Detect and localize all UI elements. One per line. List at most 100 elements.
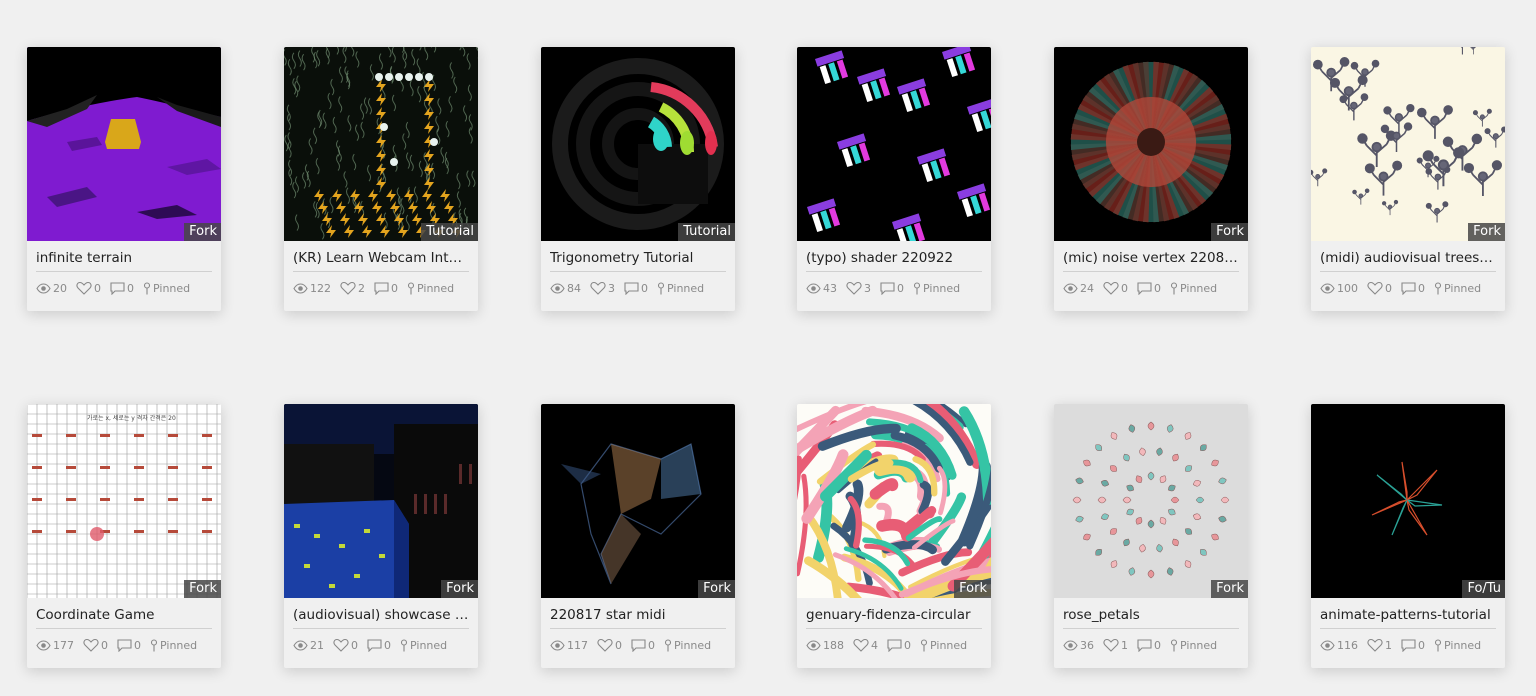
- sketch-card[interactable]: Fo/Tu animate-patterns-tutorial 116 1 0 Pinne…: [1311, 404, 1505, 668]
- sketch-title[interactable]: (mic) noise vertex 220828: [1063, 249, 1239, 267]
- pin-label-text: Pinned: [1444, 281, 1482, 295]
- sketch-thumbnail[interactable]: Fork: [1311, 47, 1505, 241]
- comment-count[interactable]: 0: [880, 282, 904, 295]
- sketch-card[interactable]: Fork rose_petals 36 1 0 Pinned: [1054, 404, 1248, 668]
- heart-icon: [333, 638, 351, 652]
- eye-icon: [806, 639, 823, 651]
- card-divider: [293, 271, 469, 272]
- pin-label: Pinned: [1434, 282, 1481, 295]
- like-button[interactable]: 0: [76, 281, 101, 295]
- pin-label-text: Pinned: [667, 281, 705, 295]
- sketch-thumbnail[interactable]: Fork: [1054, 47, 1248, 241]
- eye-icon: [36, 639, 53, 651]
- like-button[interactable]: 0: [83, 638, 108, 652]
- heart-icon: [1103, 281, 1121, 295]
- sketch-title[interactable]: infinite terrain: [36, 249, 212, 267]
- comment-count-text: 0: [1154, 281, 1161, 295]
- heart-icon: [1367, 281, 1385, 295]
- comment-count[interactable]: 0: [1137, 639, 1161, 652]
- comment-count[interactable]: 0: [1401, 282, 1425, 295]
- sketch-card[interactable]: (typo) shader 220922 43 3 0 Pinned: [797, 47, 991, 311]
- like-button[interactable]: 0: [333, 638, 358, 652]
- like-button[interactable]: 0: [1367, 281, 1392, 295]
- card-divider: [1063, 271, 1239, 272]
- heart-icon: [76, 281, 94, 295]
- sketch-card[interactable]: Tutorial Trigonometry Tutorial 84 3 0 Pinned: [541, 47, 735, 311]
- card-divider: [293, 628, 469, 629]
- like-button-text: 3: [608, 281, 615, 295]
- sketch-title[interactable]: (audiovisual) showcase 22...: [293, 606, 469, 624]
- view-count-text: 36: [1080, 638, 1094, 652]
- pin-label-text: Pinned: [930, 638, 968, 652]
- sketch-thumbnail[interactable]: [797, 47, 991, 241]
- sketch-stats: 24 0 0 Pinned: [1063, 280, 1226, 296]
- sketch-title[interactable]: (typo) shader 220922: [806, 249, 982, 267]
- sketch-thumbnail[interactable]: Tutorial: [284, 47, 478, 241]
- like-button-text: 3: [864, 281, 871, 295]
- view-count: 117: [550, 639, 588, 652]
- sketch-type-badge: Fo/Tu: [1462, 580, 1505, 598]
- sketch-thumbnail[interactable]: Fork: [27, 47, 221, 241]
- sketch-title[interactable]: rose_petals: [1063, 606, 1239, 624]
- sketch-title[interactable]: animate-patterns-tutorial: [1320, 606, 1496, 624]
- sketch-card[interactable]: Tutorial (KR) Learn Webcam Interac... 122 2…: [284, 47, 478, 311]
- sketch-type-badge: Fork: [954, 580, 991, 598]
- sketch-card[interactable]: Fork (audiovisual) showcase 22... 21 0 0 Pinn…: [284, 404, 478, 668]
- pin-icon: [150, 638, 160, 652]
- sketch-title[interactable]: Trigonometry Tutorial: [550, 249, 726, 267]
- sketch-stats: 20 0 0 Pinned: [36, 280, 199, 296]
- comment-count[interactable]: 0: [887, 639, 911, 652]
- view-count-text: 21: [310, 638, 324, 652]
- comment-count[interactable]: 0: [624, 282, 648, 295]
- comment-count[interactable]: 0: [631, 639, 655, 652]
- like-button[interactable]: 0: [597, 638, 622, 652]
- sketch-card[interactable]: Fork 220817 star midi 117 0 0 Pinned: [541, 404, 735, 668]
- sketch-title[interactable]: 220817 star midi: [550, 606, 726, 624]
- pin-icon: [1170, 638, 1180, 652]
- comment-count[interactable]: 0: [374, 282, 398, 295]
- sketch-card[interactable]: Fork genuary-fidenza-circular 188 4 0 Pinned: [797, 404, 991, 668]
- sketch-thumbnail[interactable]: Fork: [1054, 404, 1248, 598]
- view-count: 20: [36, 282, 67, 295]
- sketch-thumbnail[interactable]: Tutorial: [541, 47, 735, 241]
- sketch-thumbnail[interactable]: Fo/Tu: [1311, 404, 1505, 598]
- sketch-thumbnail[interactable]: 가로는 x, 세로는 y 격자 간격은 20 Fork: [27, 404, 221, 598]
- sketch-thumbnail[interactable]: Fork: [541, 404, 735, 598]
- sketch-card[interactable]: Fork (midi) audiovisual trees 22... 100 0 0 P…: [1311, 47, 1505, 311]
- sketch-thumbnail[interactable]: Fork: [797, 404, 991, 598]
- comment-count[interactable]: 0: [1137, 282, 1161, 295]
- like-button[interactable]: 0: [1103, 281, 1128, 295]
- pin-label: Pinned: [143, 282, 190, 295]
- like-button[interactable]: 3: [590, 281, 615, 295]
- comment-count[interactable]: 0: [367, 639, 391, 652]
- comment-count-text: 0: [127, 281, 134, 295]
- comment-count[interactable]: 0: [110, 282, 134, 295]
- sketch-type-badge: Fork: [1211, 580, 1248, 598]
- view-count: 177: [36, 639, 74, 652]
- sketch-title[interactable]: (KR) Learn Webcam Interac...: [293, 249, 469, 267]
- sketch-title[interactable]: (midi) audiovisual trees 22...: [1320, 249, 1496, 267]
- grid-caption: 가로는 x, 세로는 y 격자 간격은 20: [87, 414, 176, 422]
- card-divider: [1320, 628, 1496, 629]
- card-divider: [550, 271, 726, 272]
- sketch-thumbnail[interactable]: Fork: [284, 404, 478, 598]
- sketch-title[interactable]: genuary-fidenza-circular: [806, 606, 982, 624]
- pin-label: Pinned: [1434, 639, 1481, 652]
- like-button[interactable]: 1: [1103, 638, 1128, 652]
- sketch-card[interactable]: Fork (mic) noise vertex 220828 24 0 0 Pinned: [1054, 47, 1248, 311]
- like-button[interactable]: 3: [846, 281, 871, 295]
- sketch-title[interactable]: Coordinate Game: [36, 606, 212, 624]
- sketch-card[interactable]: 가로는 x, 세로는 y 격자 간격은 20 Fork Coordinate Gam…: [27, 404, 221, 668]
- eye-icon: [1320, 282, 1337, 294]
- sketch-type-badge: Fork: [184, 580, 221, 598]
- view-count-text: 20: [53, 281, 67, 295]
- comment-count[interactable]: 0: [1401, 639, 1425, 652]
- like-button[interactable]: 2: [340, 281, 365, 295]
- sketch-card[interactable]: Fork infinite terrain 20 0 0 Pinned: [27, 47, 221, 311]
- eye-icon: [293, 639, 310, 651]
- like-button[interactable]: 1: [1367, 638, 1392, 652]
- pin-label-text: Pinned: [410, 638, 448, 652]
- like-button[interactable]: 4: [853, 638, 878, 652]
- comment-count[interactable]: 0: [117, 639, 141, 652]
- view-count: 36: [1063, 639, 1094, 652]
